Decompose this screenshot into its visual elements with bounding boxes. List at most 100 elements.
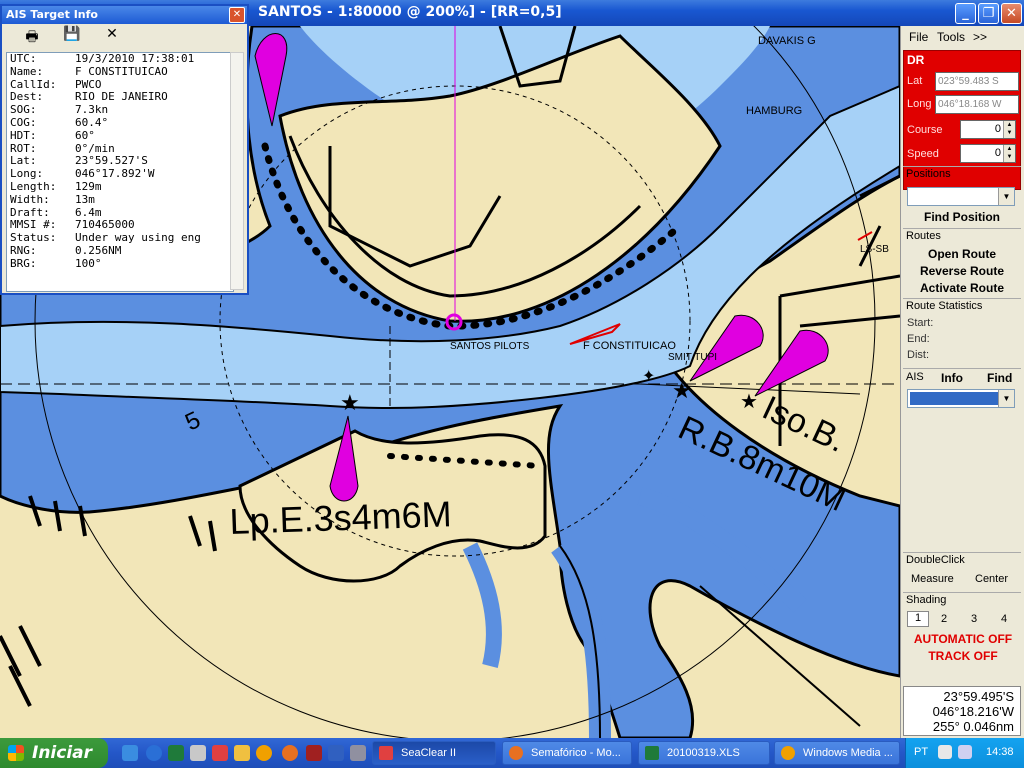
app-icon-2[interactable]	[328, 745, 344, 761]
dr-speed-stepper[interactable]: 0 ▲ ▼	[960, 144, 1016, 163]
tool-icon[interactable]	[306, 745, 322, 761]
tray-icon[interactable]	[938, 745, 952, 759]
dr-long-label: Long	[907, 98, 932, 110]
close-button[interactable]: ✕	[1001, 3, 1022, 24]
folder-icon[interactable]	[234, 745, 250, 761]
save-icon[interactable]: 💾	[60, 26, 84, 42]
measure-option[interactable]: Measure	[911, 573, 954, 585]
cursor-lat: 23°59.495'S	[943, 689, 1014, 704]
track-status[interactable]: TRACK OFF	[901, 649, 1024, 663]
light-star-1: ★	[340, 391, 360, 416]
start-button[interactable]: Iniciar	[0, 738, 108, 768]
chevron-down-icon[interactable]: ▼	[998, 188, 1014, 205]
ais-window-titlebar[interactable]: AIS Target Info ✕	[2, 6, 247, 24]
menu-file[interactable]: File	[909, 30, 928, 44]
task-media-player[interactable]: Windows Media ...	[774, 741, 900, 765]
show-desktop-icon[interactable]	[122, 745, 138, 761]
dr-title: DR	[907, 53, 925, 67]
app-icon-3[interactable]	[350, 745, 366, 761]
shading-title: Shading	[906, 594, 947, 606]
light-label-lp: Lp.E.3s4m6M	[229, 493, 452, 542]
seaclear-icon[interactable]	[212, 745, 228, 761]
open-route-button[interactable]: Open Route	[903, 247, 1021, 261]
ais-section: AIS Info Find ▼	[903, 368, 1021, 408]
language-indicator[interactable]: PT	[914, 746, 928, 758]
windows-logo-icon	[8, 745, 24, 761]
doubleclick-section: DoubleClick Measure Center	[903, 552, 1021, 592]
route-stats-start: Start:	[907, 317, 934, 329]
minimize-button[interactable]: _	[955, 3, 976, 24]
ais-info-key: COG:	[10, 115, 37, 129]
cursor-position-readout: 23°59.495'S 046°18.216'W 255° 0.046nm	[903, 686, 1021, 736]
ais-info-row: Name: F CONSTITUICAO	[7, 65, 233, 79]
task-label: 20100319.XLS	[667, 747, 740, 759]
clear-icon[interactable]: ✕	[100, 26, 124, 42]
app-icon[interactable]	[190, 745, 206, 761]
ais-info-key: BRG:	[10, 256, 37, 270]
excel-icon[interactable]	[168, 745, 184, 761]
shading-option-3[interactable]: 3	[971, 613, 977, 625]
ais-scrollbar[interactable]	[230, 52, 244, 290]
ais-find-button[interactable]: Find	[987, 371, 1012, 385]
ais-info-key: Width:	[10, 192, 50, 206]
window-title: SANTOS - 1:80000 @ 200%] - [RR=0,5]	[258, 4, 562, 20]
light-star-4: ✦	[642, 366, 655, 385]
route-stats-dist: Dist:	[907, 349, 929, 361]
ais-target-select[interactable]: ▼	[907, 389, 1015, 408]
center-option[interactable]: Center	[975, 573, 1008, 585]
label-hamburg: HAMBURG	[746, 105, 802, 117]
find-position-button[interactable]: Find Position	[903, 210, 1021, 224]
ais-info-row: COG: 60.4°	[7, 115, 233, 130]
dr-lat-field[interactable]: 023°59.483 S	[935, 72, 1019, 91]
menu-tools[interactable]: Tools	[937, 30, 965, 44]
firefox-icon[interactable]	[282, 745, 298, 761]
shading-option-4[interactable]: 4	[1001, 613, 1007, 625]
system-tray: PT 14:38	[905, 738, 1024, 768]
spinner-arrows-icon[interactable]: ▲ ▼	[1003, 145, 1015, 162]
task-seaclear[interactable]: SeaClear II	[372, 741, 496, 765]
ais-info-row: BRG: 100°	[7, 256, 233, 271]
ais-info-value: 129m	[75, 179, 102, 193]
close-icon[interactable]: ✕	[229, 7, 245, 23]
ais-info-button[interactable]: Info	[941, 371, 963, 385]
dr-course-stepper[interactable]: 0 ▲ ▼	[960, 120, 1016, 139]
clock[interactable]: 14:38	[986, 746, 1014, 758]
shading-option-2[interactable]: 2	[941, 613, 947, 625]
ais-info-row: UTC: 19/3/2010 17:38:01	[7, 53, 233, 66]
ais-title: AIS	[906, 371, 924, 383]
dr-long-field[interactable]: 046°18.168 W	[935, 95, 1019, 114]
dr-course-value: 0	[994, 123, 1001, 135]
menu-more[interactable]: >>	[973, 30, 987, 44]
start-label: Iniciar	[32, 743, 93, 763]
ais-info-row: Width: 13m	[7, 192, 233, 207]
activate-route-button[interactable]: Activate Route	[903, 281, 1021, 295]
ais-info-key: RNG:	[10, 243, 37, 257]
automatic-status[interactable]: AUTOMATIC OFF	[901, 632, 1024, 646]
taskbar: Iniciar SeaClear II Semafórico - Mo... 2…	[0, 738, 1024, 768]
excel-icon	[645, 746, 659, 760]
network-icon[interactable]	[958, 745, 972, 759]
positions-title: Positions	[906, 168, 951, 180]
ais-target-info-window[interactable]: AIS Target Info ✕ 🖶 💾 ✕ UTC: 19/3/2010 17…	[0, 4, 249, 295]
ais-info-row: HDT: 60°	[7, 129, 233, 143]
ais-info-key: Length:	[10, 179, 57, 193]
spinner-arrows-icon[interactable]: ▲ ▼	[1003, 121, 1015, 138]
route-statistics-section: Route Statistics Start: End: Dist:	[903, 298, 1021, 368]
task-semaforico[interactable]: Semafórico - Mo...	[502, 741, 632, 765]
maximize-button[interactable]: ❐	[978, 3, 999, 24]
shading-option-1[interactable]: 1	[907, 611, 929, 627]
task-excel[interactable]: 20100319.XLS	[638, 741, 770, 765]
media-player-icon[interactable]	[256, 745, 272, 761]
reverse-route-button[interactable]: Reverse Route	[903, 264, 1021, 278]
internet-explorer-icon[interactable]	[146, 745, 162, 761]
ais-info-list: UTC: 19/3/2010 17:38:01 Name: F CONSTITUICA…	[6, 52, 234, 292]
ais-info-value: 19/3/2010 17:38:01	[75, 52, 195, 65]
positions-select[interactable]: ▼	[907, 187, 1015, 206]
cursor-bearing-range: 255° 0.046nm	[932, 719, 1014, 734]
positions-section: Positions ▼ Find Position	[903, 166, 1021, 228]
ais-info-key: UTC:	[10, 52, 37, 65]
control-panel: File Tools >> DR Lat 023°59.483 S Long 0…	[900, 26, 1024, 738]
chevron-down-icon[interactable]: ▼	[998, 390, 1014, 407]
seaclear-icon	[379, 746, 393, 760]
print-icon[interactable]: 🖶	[20, 26, 44, 50]
